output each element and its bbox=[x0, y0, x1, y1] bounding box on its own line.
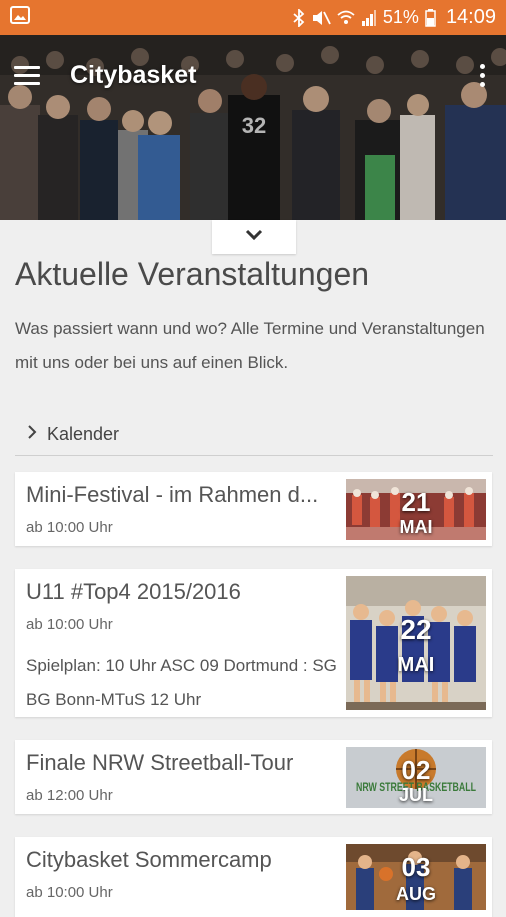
mute-icon bbox=[311, 9, 331, 27]
event-title: Mini-Festival - im Rahmen d... bbox=[26, 482, 319, 507]
chevron-right-icon bbox=[27, 424, 37, 445]
battery-icon bbox=[425, 8, 436, 27]
event-time: ab 10:00 Uhr bbox=[26, 519, 113, 536]
event-card[interactable]: U11 #Top4 2015/2016 ab 10:00 Uhr Spielpl… bbox=[15, 569, 492, 717]
event-title: Citybasket Sommercamp bbox=[26, 847, 272, 872]
battery-percent: 51% bbox=[382, 7, 419, 27]
hero-header: 32 Citybasket bbox=[0, 35, 506, 220]
event-month: MAI bbox=[397, 654, 435, 676]
event-time: ab 10:00 Uhr bbox=[26, 616, 113, 633]
overflow-menu-icon[interactable] bbox=[472, 61, 492, 89]
app-title: Citybasket bbox=[70, 60, 197, 89]
event-title: Finale NRW Streetball-Tour bbox=[26, 750, 294, 775]
chevron-down-icon bbox=[244, 228, 264, 247]
event-day: 21 bbox=[401, 487, 431, 517]
event-month: MAI bbox=[399, 517, 433, 537]
event-card[interactable]: Finale NRW Streetball-Tour ab 12:00 Uhr … bbox=[15, 740, 492, 814]
status-bar: 51% 14:09 bbox=[0, 0, 506, 35]
event-thumbnail: 03 AUG bbox=[346, 844, 486, 910]
event-title: U11 #Top4 2015/2016 bbox=[26, 579, 241, 604]
event-month: AUG bbox=[396, 884, 436, 904]
calendar-link[interactable]: Kalender bbox=[15, 414, 493, 456]
collapse-header-button[interactable] bbox=[212, 220, 296, 254]
event-thumbnail: NRW STREET BASKETBALL 02 JUL bbox=[346, 747, 486, 808]
event-time: ab 12:00 Uhr bbox=[26, 787, 113, 804]
bluetooth-icon bbox=[293, 8, 305, 27]
menu-icon[interactable] bbox=[14, 55, 58, 95]
signal-icon bbox=[361, 9, 377, 27]
gallery-notification-icon bbox=[10, 6, 30, 29]
page-title: Aktuelle Veranstaltungen bbox=[15, 256, 370, 292]
wifi-icon bbox=[337, 9, 355, 27]
event-card[interactable]: Citybasket Sommercamp ab 10:00 Uhr 03 AU… bbox=[15, 837, 492, 917]
clock: 14:09 bbox=[445, 6, 496, 28]
event-day: 03 bbox=[401, 852, 431, 882]
event-day: 22 bbox=[400, 614, 432, 645]
event-card[interactable]: Mini-Festival - im Rahmen d... ab 10:00 … bbox=[15, 472, 492, 546]
event-day: 02 bbox=[401, 755, 431, 785]
page-description: Was passiert wann und wo? Alle Termine u… bbox=[15, 319, 485, 372]
event-thumbnail: 22 MAI bbox=[346, 576, 486, 710]
event-thumbnail: 21 MAI bbox=[346, 479, 486, 540]
calendar-label: Kalender bbox=[47, 424, 120, 444]
event-description: Spielplan: 10 Uhr ASC 09 Dortmund : SG B… bbox=[26, 656, 337, 709]
event-time: ab 10:00 Uhr bbox=[26, 884, 113, 901]
toolbar: Citybasket bbox=[0, 55, 506, 95]
event-month: JUL bbox=[398, 785, 433, 805]
